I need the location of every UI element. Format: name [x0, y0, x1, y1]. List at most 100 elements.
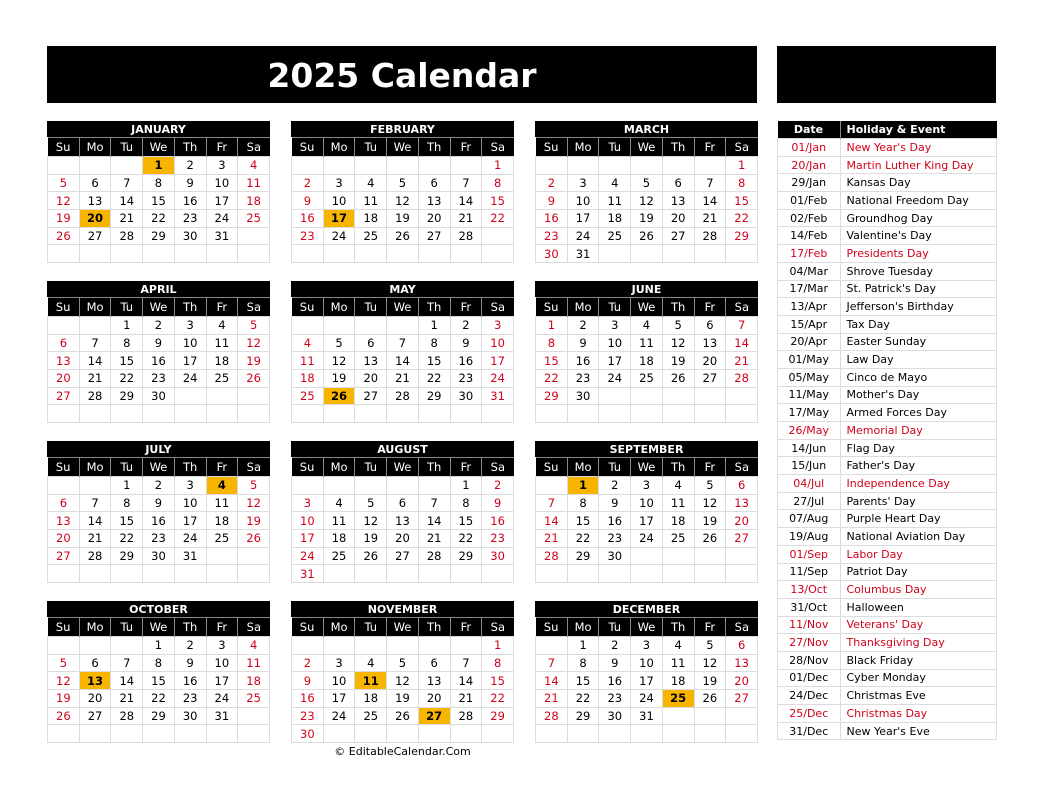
day-cell: 15	[417, 351, 451, 371]
day-cell: 24	[173, 529, 207, 548]
day-cell: 24	[205, 689, 239, 708]
day-cell: 18	[661, 671, 695, 691]
holiday-row: 31/Oct Halloween	[777, 597, 997, 617]
empty-cell	[481, 564, 514, 584]
day-cell: 27	[661, 226, 695, 246]
day-cell: 27	[78, 706, 112, 726]
weekday-label: Tu	[598, 297, 631, 317]
empty-cell	[354, 316, 388, 335]
day-cell: 5	[693, 476, 727, 495]
week-row: 2345678	[535, 173, 758, 193]
day-cell: 31	[205, 706, 239, 726]
week-row: 30 31	[535, 244, 758, 264]
day-cell: 13	[47, 511, 80, 531]
empty-cell	[449, 724, 483, 744]
month-february: FEBRUARY Su Mo Tu We Th Fr Sa 1 2 3 4 5 6 7 8 9 10 11 12 13 1…	[291, 121, 514, 264]
month-title: MAY	[291, 281, 514, 297]
day-cell: 1	[481, 156, 514, 175]
weekday-label: We	[630, 297, 663, 317]
week-row: 15 16 17 18 19 20 21	[535, 351, 758, 371]
empty-cell	[449, 404, 483, 424]
holiday-name: St. Patrick's Day	[839, 279, 997, 299]
holiday-name: Father's Day	[839, 456, 997, 476]
day-cell: 2	[449, 316, 483, 335]
empty-cell	[725, 564, 758, 584]
holiday-date: 13/Oct	[777, 580, 841, 599]
day-cell: 20	[417, 689, 451, 708]
day-cell: 16	[449, 351, 483, 371]
day-cell: 24	[630, 529, 663, 548]
weekday-label: Th	[173, 297, 207, 317]
day-cell: 13	[661, 191, 695, 211]
weekday-header-row: Su Mo Tu We Th Fr Sa	[47, 617, 270, 637]
day-cell: 7	[417, 493, 451, 513]
weekday-label: Th	[417, 297, 451, 317]
day-cell: 8	[481, 653, 514, 673]
day-cell: 21	[693, 209, 727, 228]
holiday-name: Jefferson's Birthday	[839, 297, 997, 316]
holiday-date: 20/Jan	[777, 155, 841, 175]
day-cell: 16	[535, 209, 568, 228]
empty-cell	[661, 724, 695, 744]
day-cell: 28	[78, 386, 112, 406]
day-cell: 30	[142, 386, 175, 406]
day-cell: 24	[205, 209, 239, 228]
day-cell: 28	[535, 706, 568, 726]
weekday-label: Mo	[566, 297, 599, 317]
empty-cell	[661, 156, 695, 175]
day-cell: 3	[630, 636, 663, 655]
day-cell: 14	[110, 671, 144, 691]
day-cell: 19	[693, 511, 727, 531]
day-cell: 10	[322, 191, 356, 211]
empty-cell	[322, 244, 356, 264]
day-cell: 26	[693, 689, 727, 708]
weekday-label: We	[630, 137, 663, 157]
holiday-row: 01/May Law Day	[777, 350, 997, 369]
day-cell: 3	[173, 316, 207, 335]
day-cell: 8	[142, 173, 175, 193]
holiday-name: Valentine's Day	[839, 226, 997, 246]
week-row: 12	[291, 476, 514, 495]
empty-cell	[725, 386, 758, 406]
weekday-label: Mo	[566, 137, 599, 157]
day-cell: 19	[354, 529, 388, 548]
weekday-label: We	[630, 457, 663, 477]
holiday-date: 26/May	[777, 421, 841, 440]
week-row: 123	[291, 316, 514, 335]
holiday-row: 15/Jun Father's Day	[777, 456, 997, 476]
holiday-row: 14/Jun Flag Day	[777, 438, 997, 458]
day-cell: 10	[205, 653, 239, 673]
week-row: 123456	[535, 476, 758, 495]
weekday-label: Mo	[78, 297, 111, 317]
day-cell: 22	[481, 689, 514, 708]
day-cell: 20	[661, 209, 695, 228]
holiday-name: Columbus Day	[839, 580, 997, 599]
weekday-label: We	[142, 137, 175, 157]
day-cell: 28	[386, 386, 419, 406]
holiday-row: 11/Nov Veterans' Day	[777, 615, 997, 635]
holiday-name: Law Day	[839, 350, 997, 369]
day-cell: 26	[354, 546, 388, 566]
day-cell: 2	[291, 173, 324, 193]
day-cell: 3	[630, 476, 663, 495]
day-cell: 12	[693, 493, 727, 513]
day-cell: 12	[661, 333, 695, 353]
holiday-name: Memorial Day	[839, 421, 997, 440]
week-row: 23 24 25 26 27 28 29	[535, 226, 758, 246]
holiday-name: Labor Day	[839, 544, 997, 564]
month-grid: Su Mo Tu We Th Fr Sa 1 2 3 4 5 6 7 8 9 10 11 12 13 14 15 16 17 1…	[535, 297, 758, 424]
holiday-row: 15/Apr Tax Day	[777, 314, 997, 334]
empty-cell	[47, 476, 80, 495]
day-cell: 12	[47, 671, 80, 691]
day-cell: 23	[535, 226, 568, 246]
holiday-list: Date Holiday & Event 01/Jan New Year's Da…	[777, 121, 997, 741]
weekday-label: Su	[535, 297, 568, 317]
holiday-row: 04/Mar Shrove Tuesday	[777, 261, 997, 281]
weekday-label: We	[386, 297, 419, 317]
day-cell: 2	[142, 316, 175, 335]
day-cell: 7	[386, 333, 419, 353]
month-october: OCTOBER Su Mo Tu We Th Fr Sa 1 2 3 4 5 6 7 8 9 10 11 12 13 14…	[47, 601, 270, 744]
empty-cell	[630, 724, 663, 744]
empty-cell	[386, 404, 419, 424]
day-cell: 25	[354, 706, 388, 726]
